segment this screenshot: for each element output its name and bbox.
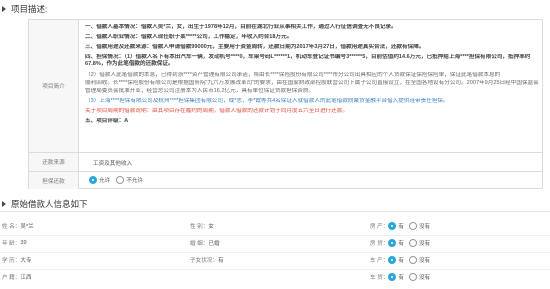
name-value: 吴*兰 [20,224,34,230]
guarantee-radio-group: 允许 不允许 [89,176,149,184]
property-radio-group: 有 没有 [388,222,435,230]
guarantee-disallow-label: 不允许 [126,178,143,184]
borrower-info-header: 原始借款人信息如下 [2,198,88,210]
gender-value: 女 [208,224,214,230]
children-value: 有 [217,258,224,264]
car-loan-radio-group: 有 没有 [388,273,435,281]
project-intro-content: 一、借款人基本情况：借款人吴*兰，女，出生于1978年12月，目前在湖北行业从事… [79,20,542,152]
borrower-row: 户 籍： 江西 车 贷： 有 没有 [0,271,550,283]
car-loan-no-radio[interactable] [408,273,417,281]
marriage-field: 婚 姻： 已婚 [190,241,220,247]
project-intro-row: 项目简介 一、借款人基本情况：借款人吴*兰，女，出生于1978年12月，目前在湖… [29,20,542,153]
project-desc-table: 项目简介 一、借款人基本情况：借款人吴*兰，女，出生于1978年12月，目前在湖… [28,19,543,189]
desc-line: 二、借款人职业情况：借款人现任职于某*****公司，工作稳定，年收入约合18万元… [85,34,293,40]
car-loan-yes-radio[interactable] [388,273,397,281]
desc-line: （3）上海****担保有限公司及杭州****担保集团有限公司，成*志，李*霞等共… [85,98,449,104]
hukou-field: 户 籍： 江西 [2,275,32,281]
desc-line: 关于项目周期的借款说明：由其项目存在履约的周期，借款人借款的还款计划于同月度五六… [85,108,348,114]
borrower-row: 学 历： 大专 子女状况：有 车 产： 有 没有 [0,254,550,266]
project-desc-header: 项目描述: [2,3,47,15]
desc-line: 一、借款人基本情况：借款人吴*兰，女，出生于1978年12月，目前在湖北行业从事… [85,24,397,30]
car-field: 车 产： 有 没有 [370,254,435,266]
borrower-info-title: 原始借款人信息如下 [11,199,88,209]
property-field: 房 产： 有 没有 [370,220,435,232]
guarantee-allow-radio[interactable] [89,176,97,184]
education-value: 大专 [20,258,32,264]
mortgage-radio-group: 有 没有 [388,239,435,247]
car-radio-group: 有 没有 [388,256,435,264]
borrower-row: 姓 名： 吴*兰 性 别：女 房 产： 有 没有 [0,220,550,232]
row-divider [0,269,550,270]
guarantee-row: 担保还款 允许 不允许 [29,172,542,189]
guarantee-disallow-radio[interactable] [116,176,125,184]
marriage-value: 已婚 [208,241,220,247]
desc-line: （2）借款人此笔借款的本息，已得到浙****资产管理有限公司承诺，将由长****… [85,72,501,78]
project-rating-line: 五、项目评级：A [85,118,129,124]
section-triangle-icon [2,201,6,207]
property-yes-radio[interactable] [388,222,397,230]
section-triangle-icon [2,6,6,12]
mortgage-field: 房 贷： 有 没有 [370,237,435,249]
name-field: 姓 名： 吴*兰 [2,224,34,230]
repayment-source-value: 工资及其他收入 [93,161,133,167]
guarantee-allow-label: 允许 [99,178,111,184]
desc-line: 管理局委员会批准开业，经营总公司注册本为人民币16.2亿元，具有单位保证贷款担保… [85,88,315,94]
row-divider [0,252,550,253]
guarantee-label: 担保还款 [29,172,79,189]
age-value: 39 [20,240,27,246]
age-field: 年 龄： 39 [2,240,27,247]
project-desc-title: 项目描述: [11,4,48,14]
row-divider [0,235,550,236]
repayment-source-label: 还款来源 [29,153,79,171]
gender-field: 性 别：女 [190,224,214,230]
mortgage-no-radio[interactable] [408,239,417,247]
project-intro-label: 项目简介 [29,20,79,152]
car-loan-field: 车 贷： 有 没有 [370,271,435,283]
car-yes-radio[interactable] [388,256,397,264]
education-field: 学 历： 大专 [2,258,32,264]
mortgage-yes-radio[interactable] [388,239,397,247]
desc-line: 四、担保情况：（1）借款人名下有本田汽车一辆，发动机号****0，车架号码L**… [85,54,531,67]
desc-line: 顺利回收。长****保险股份有限公司是根据国务院“九六万发展改革司”的要求，由在… [85,80,539,86]
borrower-row: 年 龄： 39 婚 姻： 已婚 房 贷： 有 没有 [0,237,550,249]
property-no-radio[interactable] [408,222,417,230]
desc-line: 三、借款用途及还款来源：借款人申请借款99000元，主要用于资金周转，还款日期为… [85,44,425,50]
section-divider [0,211,550,212]
children-field: 子女状况：有 [190,258,224,264]
repayment-source-row: 还款来源 工资及其他收入 [29,153,542,172]
car-no-radio[interactable] [408,256,417,264]
hukou-value: 江西 [20,275,32,281]
